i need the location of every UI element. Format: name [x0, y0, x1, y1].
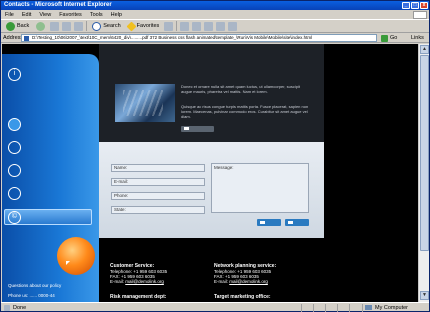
- message-label: Message:: [214, 165, 234, 170]
- scroll-thumb[interactable]: [420, 55, 429, 251]
- panel-footer-line2: Phone us: ...... 0000-44: [8, 293, 55, 298]
- stop-icon[interactable]: [50, 21, 60, 31]
- star-icon: [126, 21, 137, 31]
- menu-file[interactable]: File: [5, 12, 14, 18]
- phone-field[interactable]: Phone:: [111, 192, 205, 200]
- network-planning-email-prefix: E-mail:: [214, 279, 230, 284]
- favorites-label: Favorites: [136, 23, 160, 29]
- status-zone: My Computer: [362, 304, 426, 312]
- risk-management-block: Risk management dept:: [110, 295, 166, 300]
- window-title: Contacts - Microsoft Internet Explorer: [4, 2, 112, 8]
- address-value: D:\Testing_10\06\2007_\text\10C_mem\6420…: [32, 35, 313, 40]
- page-viewport: i © Questions about our policy Phone us:…: [2, 44, 418, 302]
- orange-orb: [57, 237, 95, 275]
- back-button[interactable]: Back: [4, 21, 31, 32]
- toolbar: Back Search Favorites: [1, 19, 429, 33]
- back-label: Back: [17, 23, 30, 29]
- circle-icon[interactable]: [8, 187, 21, 200]
- more-button[interactable]: [181, 126, 214, 132]
- left-nav-panel: i © Questions about our policy Phone us:…: [2, 54, 99, 302]
- toolbar-separator: [176, 21, 178, 31]
- contact-form: Name: E-mail: Phone: State: Message:: [99, 142, 324, 238]
- gear-icon[interactable]: [8, 141, 21, 154]
- network-planning-email-link[interactable]: mail@demolink.org: [229, 279, 268, 284]
- panel-footer-line1: Questions about our policy: [8, 283, 62, 288]
- page-done-icon: [4, 305, 10, 311]
- globe-icon[interactable]: [8, 118, 21, 131]
- title-bar: Contacts - Microsoft Internet Explorer _…: [1, 1, 429, 10]
- vertical-scrollbar[interactable]: ▲ ▼: [418, 44, 429, 302]
- go-button[interactable]: Go: [381, 34, 405, 42]
- scroll-up-arrow-icon[interactable]: ▲: [420, 45, 429, 54]
- windows-logo-icon: [413, 11, 427, 19]
- search-label: Search: [103, 23, 121, 29]
- customer-service-block: Customer Service: Telephone: +1 959 603 …: [110, 264, 167, 285]
- state-field[interactable]: State:: [111, 206, 205, 214]
- send-button[interactable]: [285, 219, 309, 226]
- search-button[interactable]: Search: [90, 21, 122, 32]
- edit-icon[interactable]: [204, 21, 214, 31]
- copyright-icon: ©: [8, 211, 21, 224]
- intro-paragraph-2: Quisque ac risus congue turpis mattis po…: [181, 104, 309, 119]
- status-left: Done: [4, 305, 26, 311]
- address-bar: Address D:\Testing_10\06\2007_\text\10C_…: [1, 33, 429, 43]
- customer-service-email-row: E-mail: mail@demolink.org: [110, 279, 167, 284]
- back-arrow-icon: [6, 21, 15, 31]
- address-input[interactable]: D:\Testing_10\06\2007_\text\10C_mem\6420…: [21, 34, 377, 42]
- forward-arrow-icon: [36, 21, 46, 31]
- go-label: Go: [390, 35, 398, 41]
- mail-icon[interactable]: [180, 21, 190, 31]
- clear-button[interactable]: [257, 219, 281, 226]
- customer-service-email-link[interactable]: mail@demolink.org: [125, 279, 164, 284]
- info-icon[interactable]: i: [8, 68, 21, 81]
- network-planning-email-row: E-mail: mail@demolink.org: [214, 279, 276, 284]
- network-planning-block: Network planning service: Telephone: +1 …: [214, 264, 276, 285]
- computer-icon: [365, 305, 372, 310]
- target-marketing-heading: Target marketing office:: [214, 294, 271, 300]
- status-zone-label: My Computer: [375, 305, 409, 311]
- refresh-icon[interactable]: [62, 21, 72, 31]
- status-text: Done: [13, 305, 27, 311]
- status-cells: [301, 304, 361, 312]
- message-field[interactable]: Message:: [211, 163, 309, 213]
- search-icon: [92, 21, 102, 31]
- menu-favorites[interactable]: Favorites: [59, 12, 82, 18]
- email-field[interactable]: E-mail:: [111, 178, 205, 186]
- forward-button[interactable]: [34, 21, 47, 32]
- building-image: [115, 84, 175, 122]
- intro-paragraph-1: Donec et ornare nulla sit amet quam luct…: [181, 84, 300, 94]
- minimize-button[interactable]: _: [402, 2, 410, 9]
- close-button[interactable]: x: [420, 2, 428, 9]
- print-icon[interactable]: [192, 21, 202, 31]
- menu-edit[interactable]: Edit: [22, 12, 31, 18]
- home-icon[interactable]: [74, 21, 84, 31]
- name-field[interactable]: Name:: [111, 164, 205, 172]
- maximize-button[interactable]: □: [411, 2, 419, 9]
- customer-service-email-prefix: E-mail:: [110, 279, 126, 284]
- circle-icon[interactable]: [8, 164, 21, 177]
- page-icon: [24, 36, 29, 41]
- risk-management-heading: Risk management dept:: [110, 294, 167, 300]
- menu-help[interactable]: Help: [111, 12, 122, 18]
- go-arrow-icon: [381, 34, 388, 42]
- history-icon[interactable]: [164, 21, 174, 31]
- target-marketing-block: Target marketing office:: [214, 295, 271, 300]
- menu-view[interactable]: View: [39, 12, 51, 18]
- toolbar-separator: [86, 21, 88, 31]
- messenger-icon[interactable]: [228, 21, 238, 31]
- browser-window: Contacts - Microsoft Internet Explorer _…: [0, 0, 430, 312]
- mouse-cursor: [66, 261, 70, 265]
- menu-bar: File Edit View Favorites Tools Help: [1, 10, 429, 19]
- scroll-down-arrow-icon[interactable]: ▼: [420, 291, 429, 300]
- folder-icon[interactable]: [216, 21, 226, 31]
- status-bar: Done My Computer: [1, 302, 429, 312]
- links-button[interactable]: Links: [411, 34, 424, 42]
- menu-tools[interactable]: Tools: [90, 12, 103, 18]
- favorites-button[interactable]: Favorites: [126, 21, 162, 32]
